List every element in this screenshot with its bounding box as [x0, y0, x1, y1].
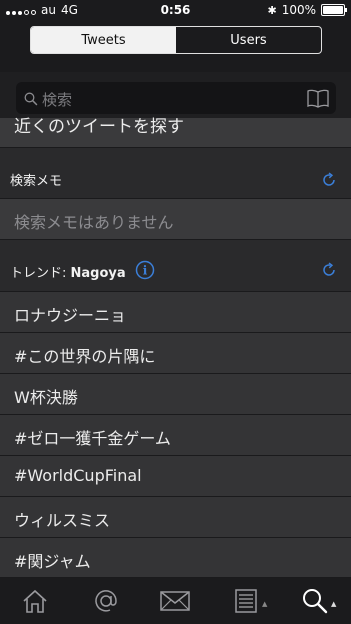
- search-memo-header: 検索メモ: [0, 148, 351, 199]
- header: Tweets Users: [0, 20, 351, 72]
- search-icon: [24, 92, 38, 106]
- trend-item[interactable]: W杯決勝: [0, 374, 351, 415]
- memo-empty-row: 検索メモはありません: [0, 199, 351, 240]
- tab-lists[interactable]: [229, 586, 263, 616]
- lists-menu-indicator-icon: ▲: [262, 600, 268, 608]
- messages-icon: [160, 591, 190, 611]
- trend-label: #この世界の片隅に: [14, 347, 156, 366]
- tab-messages[interactable]: [158, 586, 192, 616]
- bluetooth-icon: ✱: [267, 3, 277, 17]
- trend-label: #WorldCupFinal: [14, 466, 142, 485]
- trend-item[interactable]: #関ジャム: [0, 538, 351, 578]
- bookmarks-icon[interactable]: [306, 88, 330, 108]
- memo-empty-text: 検索メモはありません: [14, 213, 174, 232]
- lists-icon: [235, 589, 257, 613]
- search-memo-title: 検索メモ: [10, 174, 63, 189]
- nearby-tweets-label: 近くのツイートを探す: [14, 117, 184, 137]
- refresh-trends-icon[interactable]: [321, 262, 337, 278]
- segment-tweets[interactable]: Tweets: [31, 27, 176, 53]
- nearby-tweets-row[interactable]: 近くのツイートを探す: [0, 117, 351, 148]
- trend-item[interactable]: #この世界の片隅に: [0, 333, 351, 374]
- tab-home[interactable]: [18, 586, 52, 616]
- refresh-memo-icon[interactable]: [321, 172, 337, 188]
- info-icon[interactable]: i: [135, 260, 155, 280]
- tab-mentions[interactable]: [89, 586, 123, 616]
- trend-label: #関ジャム: [14, 552, 91, 571]
- trends-title: トレンド: Nagoya: [10, 262, 126, 281]
- trend-item[interactable]: ロナウジーニョ: [0, 292, 351, 333]
- battery-percent: 100%: [281, 3, 316, 17]
- svg-text:i: i: [143, 264, 148, 278]
- trend-label: ロナウジーニョ: [14, 306, 127, 325]
- status-bar: au 4G 0:56 ✱ 100%: [0, 0, 351, 20]
- trend-label: W杯決勝: [14, 388, 78, 407]
- trend-item[interactable]: ウィルスミス: [0, 497, 351, 538]
- trends-header: トレンド: Nagoya i: [0, 240, 351, 292]
- mention-icon: [95, 590, 117, 612]
- segmented-control: Tweets Users: [30, 26, 322, 54]
- trend-label: ウィルスミス: [14, 511, 111, 530]
- trend-label: #ゼロ一獲千金ゲーム: [14, 429, 171, 448]
- search-menu-indicator-icon: ▲: [331, 600, 337, 608]
- trends-title-prefix: トレンド:: [10, 266, 71, 281]
- search-input[interactable]: 検索: [16, 82, 336, 114]
- tab-bar: ▲ ▲: [0, 578, 351, 624]
- segment-users[interactable]: Users: [176, 27, 321, 53]
- home-icon: [23, 589, 47, 613]
- battery-icon: [321, 4, 347, 16]
- search-placeholder: 検索: [42, 91, 73, 109]
- trend-item[interactable]: #ゼロ一獲千金ゲーム: [0, 415, 351, 456]
- tab-search[interactable]: [298, 586, 332, 616]
- status-right: ✱ 100%: [267, 3, 347, 17]
- trends-location: Nagoya: [70, 266, 126, 281]
- search-icon: [303, 589, 328, 614]
- trend-item[interactable]: #WorldCupFinal: [0, 456, 351, 497]
